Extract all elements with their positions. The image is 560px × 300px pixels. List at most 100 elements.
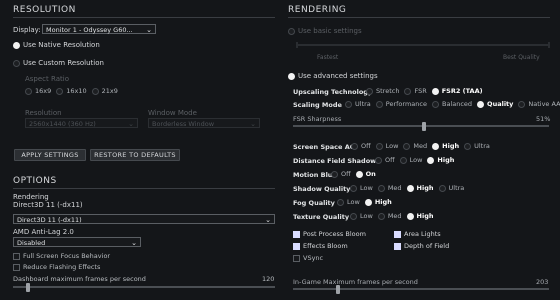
rendering-api-value: Direct3D 11 (-dx11) bbox=[17, 216, 82, 224]
shadow-option[interactable]: High bbox=[406, 184, 434, 192]
use-custom-radio[interactable]: Use Custom Resolution bbox=[13, 59, 104, 67]
chevron-down-icon: ⌄ bbox=[265, 216, 271, 224]
shadow-option[interactable]: Med bbox=[377, 184, 402, 192]
post-bloom-label: Post Process Bloom bbox=[303, 230, 366, 238]
shadow-option[interactable]: Low bbox=[350, 184, 373, 192]
texture-option-label: Med bbox=[387, 212, 402, 220]
motion-row: Motion Blur Off On bbox=[293, 170, 381, 180]
use-advanced-label: Use advanced settings bbox=[298, 72, 378, 80]
radio-icon bbox=[350, 212, 357, 220]
dfs-option-label: Low bbox=[409, 156, 423, 164]
radio-icon bbox=[403, 142, 411, 150]
checkbox-icon bbox=[13, 252, 20, 260]
upscaling-label: Upscaling Technology bbox=[293, 87, 373, 96]
motion-option[interactable]: Off bbox=[331, 170, 351, 178]
apply-settings-button[interactable]: APPLY SETTINGS bbox=[14, 149, 86, 161]
options-title: OPTIONS bbox=[13, 176, 57, 186]
aspect-16x9[interactable]: 16x9 bbox=[25, 87, 51, 95]
ssao-option[interactable]: Off bbox=[351, 142, 371, 150]
ssao-option[interactable]: High bbox=[432, 142, 459, 150]
use-basic-radio[interactable]: Use basic settings bbox=[288, 27, 362, 35]
radio-icon bbox=[288, 27, 295, 35]
motion-label: Motion Blur bbox=[293, 170, 336, 179]
fog-option[interactable]: High bbox=[364, 198, 392, 206]
aspect-21x9[interactable]: 21x9 bbox=[91, 87, 118, 95]
slider-track bbox=[293, 125, 549, 127]
checkbox-icon bbox=[13, 263, 20, 271]
ssao-option[interactable]: Ultra bbox=[464, 142, 490, 150]
upscaling-option[interactable]: FSR bbox=[404, 87, 427, 95]
dfs-option[interactable]: High bbox=[427, 156, 454, 164]
motion-option[interactable]: On bbox=[355, 170, 376, 178]
vsync-checkbox[interactable]: VSync bbox=[293, 254, 323, 262]
motion-option-label: On bbox=[365, 170, 376, 178]
radio-icon bbox=[438, 184, 446, 192]
scaling-option[interactable]: Native AA bbox=[518, 100, 560, 108]
window-mode-label: Window Mode bbox=[148, 109, 197, 117]
radio-icon bbox=[404, 87, 412, 95]
restore-defaults-button[interactable]: RESTORE TO DEFAULTS bbox=[90, 149, 180, 161]
dashboard-fps-value: 120 bbox=[262, 275, 275, 283]
scaling-option[interactable]: Balanced bbox=[431, 100, 472, 108]
post-bloom-checkbox[interactable]: Post Process Bloom bbox=[293, 230, 366, 238]
ssao-option-label: Off bbox=[361, 142, 371, 150]
scaling-option-label: Quality bbox=[487, 100, 514, 108]
upscaling-option[interactable]: FSR2 (TAA) bbox=[431, 87, 483, 95]
reduce-flashing-checkbox[interactable]: Reduce Flashing Effects bbox=[13, 263, 100, 271]
shadow-option-label: Low bbox=[360, 184, 373, 192]
options-divider bbox=[13, 188, 275, 189]
ssao-option[interactable]: Med bbox=[403, 142, 427, 150]
window-mode-dropdown[interactable]: Borderless Window ⌄ bbox=[148, 118, 260, 128]
basic-quality-slider[interactable] bbox=[296, 40, 550, 50]
aspect-16x10-label: 16x10 bbox=[66, 87, 87, 95]
radio-icon bbox=[406, 184, 414, 192]
dashboard-fps-slider[interactable] bbox=[13, 283, 275, 292]
window-mode-value: Borderless Window bbox=[152, 120, 215, 128]
shadow-option-label: High bbox=[416, 184, 434, 192]
display-value: Monitor 1 - Odyssey G60... bbox=[46, 26, 133, 34]
depth-of-field-checkbox[interactable]: Depth of Field bbox=[394, 242, 449, 250]
texture-option-label: Low bbox=[360, 212, 373, 220]
radio-icon bbox=[375, 100, 383, 108]
dfs-label: Distance Field Shadows bbox=[293, 156, 381, 165]
display-dropdown[interactable]: Monitor 1 - Odyssey G60... ⌄ bbox=[42, 24, 156, 34]
aspect-16x10[interactable]: 16x10 bbox=[56, 87, 87, 95]
full-screen-focus-checkbox[interactable]: Full Screen Focus Behavior bbox=[13, 252, 110, 260]
resolution-value: 2560x1440 (360 Hz) bbox=[29, 120, 96, 128]
fog-row: Fog Quality Low High bbox=[293, 198, 397, 208]
dfs-option[interactable]: Low bbox=[399, 156, 423, 164]
scaling-option[interactable]: Ultra bbox=[345, 100, 371, 108]
fog-option[interactable]: Low bbox=[337, 198, 360, 206]
ingame-fps-slider[interactable] bbox=[293, 285, 549, 294]
scaling-option[interactable]: Quality bbox=[477, 100, 513, 108]
use-advanced-radio[interactable]: Use advanced settings bbox=[288, 72, 378, 80]
radio-icon bbox=[350, 184, 357, 192]
dashboard-fps-label: Dashboard maximum frames per second bbox=[13, 275, 146, 283]
slider-thumb[interactable] bbox=[336, 285, 340, 294]
anti-lag-dropdown[interactable]: Disabled ⌄ bbox=[13, 237, 141, 247]
scaling-option[interactable]: Performance bbox=[375, 100, 427, 108]
slider-thumb[interactable] bbox=[422, 122, 426, 131]
area-lights-checkbox[interactable]: Area Lights bbox=[394, 230, 441, 238]
texture-option[interactable]: Low bbox=[350, 212, 373, 220]
radio-icon bbox=[288, 72, 295, 80]
use-native-radio[interactable]: Use Native Resolution bbox=[13, 41, 100, 49]
upscaling-option[interactable]: Stretch bbox=[366, 87, 399, 95]
scaling-row: Scaling Mode Ultra Performance Balanced Qua… bbox=[293, 100, 560, 110]
shadow-row: Shadow Quality Low Med High Ultra bbox=[293, 184, 469, 194]
radio-icon bbox=[406, 212, 414, 220]
slider-thumb[interactable] bbox=[26, 283, 30, 292]
texture-option[interactable]: High bbox=[406, 212, 434, 220]
resolution-dropdown[interactable]: 2560x1440 (360 Hz) ⌄ bbox=[25, 118, 138, 128]
dfs-option[interactable]: Off bbox=[375, 156, 395, 164]
ssao-option-label: High bbox=[442, 142, 460, 150]
effects-bloom-checkbox[interactable]: Effects Bloom bbox=[293, 242, 348, 250]
upscaling-option-label: FSR bbox=[414, 87, 427, 95]
texture-option[interactable]: Med bbox=[377, 212, 402, 220]
scaling-label: Scaling Mode bbox=[293, 100, 342, 109]
sharpness-slider[interactable] bbox=[293, 122, 549, 131]
aspect-21x9-label: 21x9 bbox=[101, 87, 118, 95]
ssao-option[interactable]: Low bbox=[375, 142, 398, 150]
shadow-option[interactable]: Ultra bbox=[438, 184, 464, 192]
rendering-api-dropdown[interactable]: Direct3D 11 (-dx11) ⌄ bbox=[13, 214, 275, 224]
